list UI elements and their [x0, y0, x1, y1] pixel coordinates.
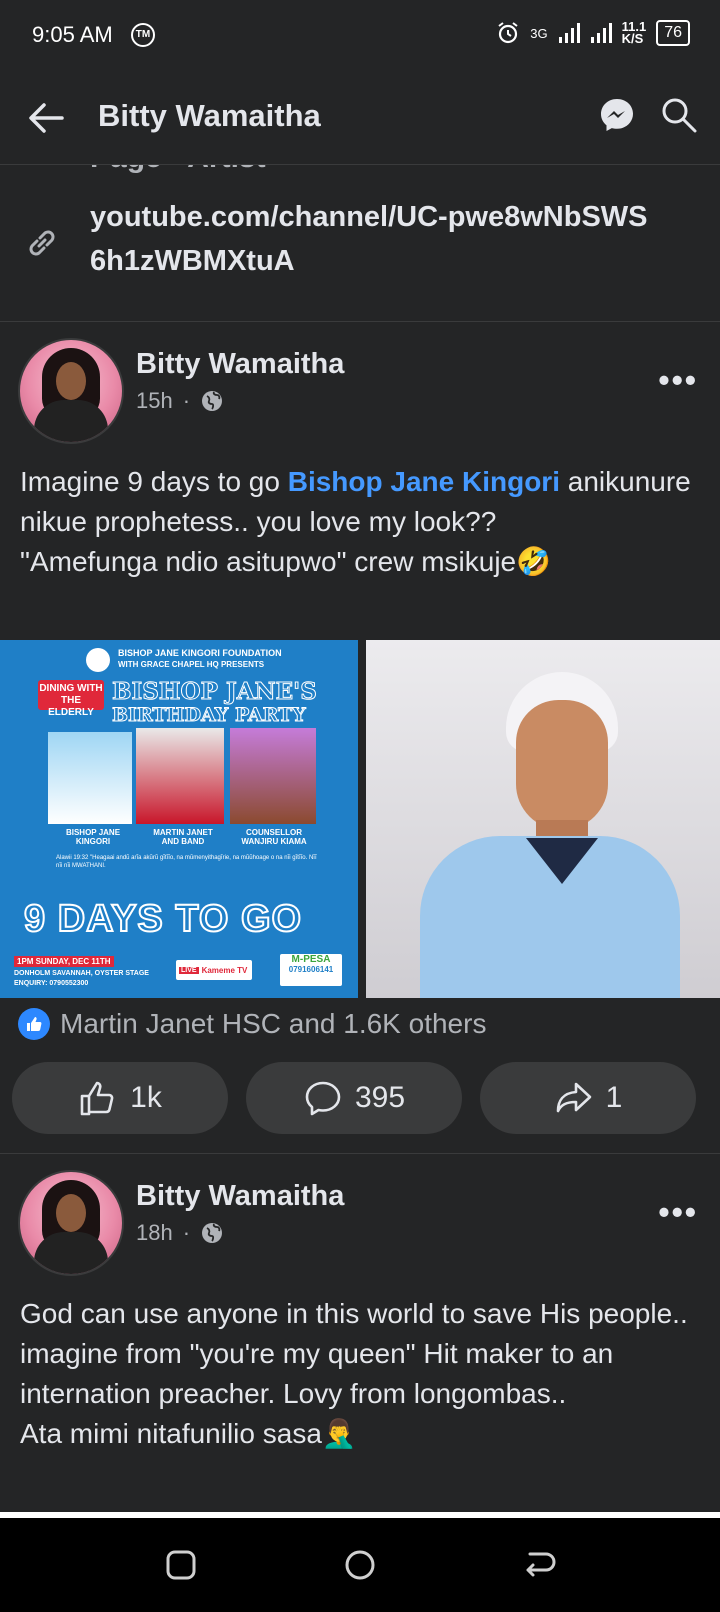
page-category: Page · Artist — [90, 165, 266, 175]
about-section: Page · Artist youtube.com/channel/UC-pwe… — [0, 165, 720, 320]
data-speed: 11.1 K/S — [621, 19, 647, 46]
page-title: Bitty Wamaitha — [98, 98, 321, 133]
thumbs-up-icon — [80, 1081, 114, 1116]
comment-icon — [305, 1081, 341, 1116]
post-text: Imagine 9 days to go Bishop Jane Kingori… — [20, 466, 691, 577]
author-avatar[interactable] — [18, 1170, 124, 1276]
more-options-icon[interactable]: ••• — [658, 362, 698, 399]
divider — [0, 1153, 720, 1154]
like-reaction-icon — [18, 1008, 50, 1040]
more-options-icon[interactable]: ••• — [658, 1194, 698, 1231]
poster-presents: WITH GRACE CHAPEL HQ PRESENTS — [118, 660, 265, 669]
post-image-photo[interactable] — [366, 640, 720, 998]
poster-person-2: MARTIN JANET AND BAND — [153, 828, 213, 846]
poster-tv: LIVE Kameme TV — [176, 960, 252, 980]
post-time[interactable]: 15h — [136, 388, 173, 414]
globe-icon — [202, 391, 223, 411]
poster-countdown: 9 DAYS TO GO — [23, 897, 303, 941]
back-nav-icon[interactable] — [522, 1548, 558, 1582]
post-author[interactable]: Bitty Wamaitha — [136, 348, 344, 381]
poster-person-3: COUNSELLOR WANJIRU KIAMA — [241, 828, 307, 846]
reactions-text: Martin Janet HSC and 1.6K others — [60, 1008, 487, 1039]
poster-live: LIVE — [179, 966, 199, 974]
share-icon — [556, 1082, 591, 1113]
post-time[interactable]: 18h — [136, 1220, 173, 1246]
reactions-summary[interactable]: Martin Janet HSC and 1.6K others — [18, 1008, 486, 1040]
poster-dining-badge: DINING WITH THE ELDERLY — [38, 680, 104, 718]
poster-mpesa-logo: M-PESA — [291, 954, 331, 965]
photo-face — [516, 700, 608, 830]
poster-when: 1PM SUNDAY, DEC 11TH — [14, 956, 114, 967]
network-type: 3G — [530, 25, 548, 41]
status-bar: 9:05 AM TM 3G 11.1 K/S 76 — [0, 0, 720, 72]
like-button[interactable]: 1k — [12, 1062, 228, 1134]
app-header: Bitty Wamaitha — [0, 72, 720, 165]
status-icons: 3G 11.1 K/S 76 — [496, 20, 690, 46]
post-text: God can use anyone in this world to save… — [20, 1298, 688, 1449]
status-time: 9:05 AM — [32, 22, 113, 47]
alarm-icon — [498, 22, 518, 44]
like-count: 1k — [130, 1081, 162, 1114]
poster-mpesa: M-PESA 0791606141 — [280, 954, 342, 986]
poster-verse: Alawii 19:32 "Heagaai andũ arĩa akũrũ gĩ… — [56, 855, 317, 869]
share-button[interactable]: 1 — [480, 1062, 696, 1134]
carrier-icon: TM — [131, 23, 155, 47]
globe-icon — [202, 1223, 223, 1243]
system-nav-bar — [0, 1518, 720, 1612]
recents-icon[interactable] — [164, 1548, 198, 1582]
post-meta: 15h · — [136, 388, 224, 414]
poster-foundation: BISHOP JANE KINGORI FOUNDATION — [118, 648, 282, 658]
post-author[interactable]: Bitty Wamaitha — [136, 1180, 344, 1213]
poster-photo-3 — [230, 728, 316, 824]
mention-link[interactable]: Bishop Jane Kingori — [288, 466, 560, 497]
post-image-poster[interactable]: BISHOP JANE KINGORI FOUNDATION WITH GRAC… — [0, 640, 358, 998]
post-meta: 18h · — [136, 1220, 224, 1246]
search-icon[interactable] — [660, 96, 698, 134]
poster-photo-2 — [136, 728, 224, 824]
back-arrow-icon[interactable] — [26, 98, 66, 138]
home-icon[interactable] — [343, 1548, 377, 1582]
battery-indicator: 76 — [656, 20, 690, 46]
author-avatar[interactable] — [18, 338, 124, 444]
youtube-link[interactable]: youtube.com/channel/UC-pwe8wNbSWS6h1zWBM… — [90, 195, 650, 283]
poster-mpesa-number: 0791606141 — [288, 965, 334, 974]
comment-button[interactable]: 395 — [246, 1062, 462, 1134]
signal-icon — [558, 23, 580, 43]
poster-tv-name: Kameme TV — [201, 965, 248, 975]
poster-enquiry: ENQUIRY: 0790552300 — [14, 980, 89, 987]
poster-headline-1: BISHOP JANE'S — [112, 678, 318, 706]
share-count: 1 — [605, 1081, 623, 1114]
signal-icon-2 — [590, 23, 612, 43]
link-icon — [29, 230, 55, 256]
poster-where: DONHOLM SAVANNAH, OYSTER STAGE — [14, 970, 149, 977]
foundation-logo — [86, 648, 110, 672]
poster-person-1: BISHOP JANE KINGORI — [65, 828, 121, 846]
poster-photo-1 — [48, 732, 132, 824]
comment-count: 395 — [354, 1081, 406, 1114]
poster-headline-2: BIRTHDAY PARTY — [112, 704, 307, 727]
messenger-icon[interactable] — [598, 96, 636, 134]
